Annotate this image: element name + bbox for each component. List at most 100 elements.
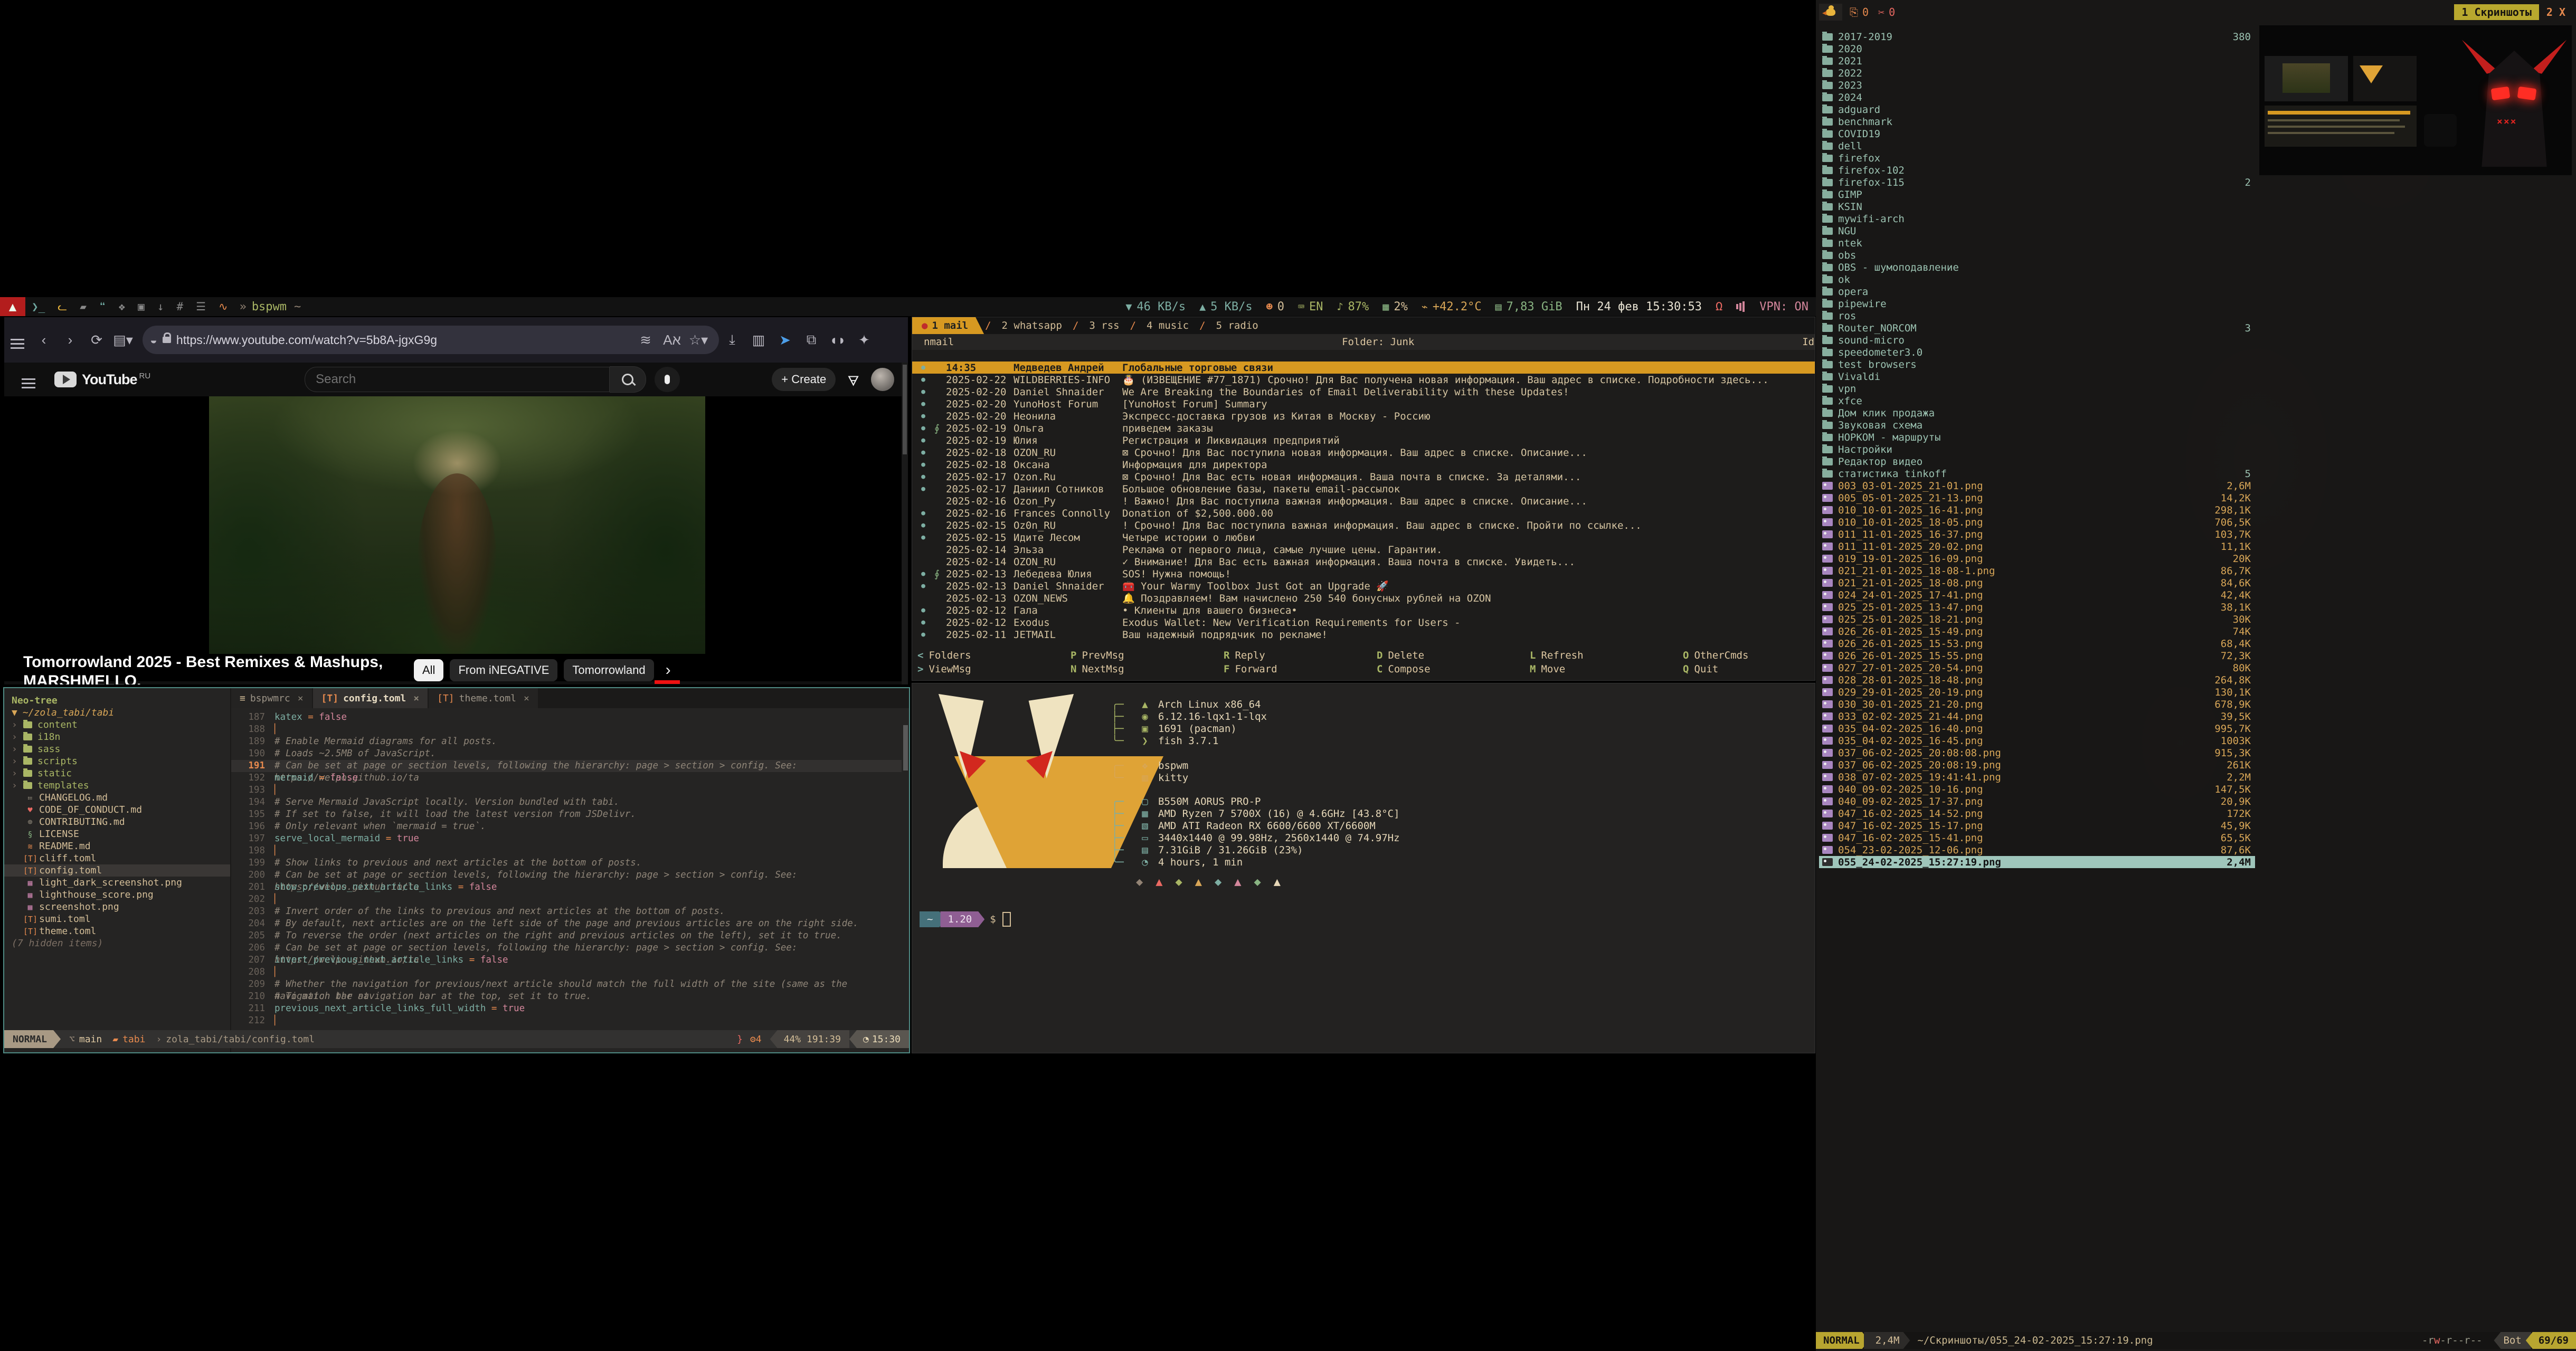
dir-row[interactable]: xfce [1819, 395, 2255, 407]
neotree-root[interactable]: ▼~/zola_tabi/tabi [4, 707, 230, 719]
shield-icon[interactable]: ◒ [150, 333, 157, 347]
message-row[interactable]: ●2025-02-17Ozon.Ru⊠ Срочно! Для Вас есть… [912, 471, 1815, 483]
tree-file[interactable]: §LICENSE [4, 828, 230, 840]
dir-row[interactable]: pipewire [1819, 298, 2255, 310]
tree-dir[interactable]: ›scripts [4, 755, 230, 767]
dir-row[interactable]: 2022 [1819, 67, 2255, 79]
message-row[interactable]: 2025-02-14ЭльзаРеклама от первого лица, … [912, 544, 1815, 556]
back-button[interactable]: ‹ [33, 332, 54, 348]
workspace-label[interactable]: bspwm [252, 300, 287, 313]
windows-icon[interactable]: ❖ [119, 300, 126, 313]
dir-row[interactable]: OBS - шумоподавление [1819, 261, 2255, 273]
message-row[interactable]: ●14:35Медведев АндрейГлобальные торговые… [912, 361, 1815, 374]
tree-file[interactable]: [T]config.toml [4, 864, 230, 877]
notifications-bell-icon[interactable]: 🜃 [847, 366, 859, 394]
files-icon[interactable]: ▰ [80, 300, 87, 313]
tmux-tab[interactable]: 4 music [1137, 317, 1198, 334]
dir-row[interactable]: sound-micro [1819, 334, 2255, 346]
image-icon[interactable]: ▣ [138, 300, 145, 313]
tree-dir[interactable]: ›sass [4, 743, 230, 755]
code-area[interactable]: 187katex = false188▏189# Enable Mermaid … [231, 711, 902, 1028]
tree-dir[interactable]: ›i18n [4, 731, 230, 743]
dir-row[interactable]: Редактор видео [1819, 455, 2255, 468]
video-player[interactable] [4, 396, 908, 681]
keyboard-layout[interactable]: ⌨EN [1298, 300, 1323, 313]
file-row[interactable]: 021_21-01-2025_18-08-1.png86,7K [1819, 565, 2255, 577]
dir-row[interactable]: 2023 [1819, 79, 2255, 91]
dir-row[interactable]: 2017-2019380 [1819, 31, 2255, 43]
bookmark-icon[interactable]: ☆▾ [688, 332, 709, 348]
dir-row[interactable]: adguard [1819, 103, 2255, 116]
tree-file[interactable]: ≋README.md [4, 840, 230, 852]
tree-file[interactable]: ☸CONTRIBUTING.md [4, 816, 230, 828]
message-row[interactable]: ●2025-02-18ОксанаИнформация для директор… [912, 459, 1815, 471]
file-row[interactable]: 010_10-01-2025_16-41.png298,1K [1819, 504, 2255, 516]
file-row[interactable]: 047_16-02-2025_15-41.png65,5K [1819, 832, 2255, 844]
dir-row[interactable]: NGU [1819, 225, 2255, 237]
dir-row[interactable]: vpn [1819, 383, 2255, 395]
download-icon[interactable]: ↓ [157, 300, 164, 313]
pulse-icon[interactable]: ∿ [219, 300, 228, 313]
avatar[interactable] [871, 368, 894, 391]
youtube-logo-icon[interactable] [54, 372, 77, 387]
yazi-tab[interactable]: 1 Скриншоты [2454, 4, 2539, 20]
file-row[interactable]: 047_16-02-2025_14-52.png172K [1819, 807, 2255, 820]
dir-row[interactable]: firefox-102 [1819, 164, 2255, 176]
dir-row[interactable]: Router_NORCOM3 [1819, 322, 2255, 334]
dir-row[interactable]: opera [1819, 286, 2255, 298]
search-button[interactable] [610, 366, 646, 393]
filter-chip[interactable]: From iNEGATIVE [450, 659, 557, 681]
file-row[interactable]: 033_02-02-2025_21-44.png39,5K [1819, 710, 2255, 722]
message-row[interactable]: 2025-02-13OZON_NEWS🔔 Поздравляем! Вам на… [912, 592, 1815, 604]
tree-file[interactable]: ≔CHANGELOG.md [4, 792, 230, 804]
file-row[interactable]: 025_25-01-2025_18-21.png30K [1819, 613, 2255, 625]
tmux-tab[interactable]: 5 radio [1207, 317, 1268, 334]
message-row[interactable]: ●2025-02-12ExodusExodus Wallet: New Veri… [912, 616, 1815, 629]
kitty-icon[interactable]: ᓚ [58, 300, 67, 313]
file-row[interactable]: 035_04-02-2025_16-45.png1003K [1819, 735, 2255, 747]
tree-file[interactable]: ▦light_dark_screenshot.png [4, 877, 230, 889]
dir-row[interactable]: speedometer3.0 [1819, 346, 2255, 358]
dir-row[interactable]: mywifi-arch [1819, 213, 2255, 225]
tree-file[interactable]: [T]cliff.toml [4, 852, 230, 864]
message-row[interactable]: ●2025-02-12Гала• Клиенты для вашего бизн… [912, 604, 1815, 616]
tree-file[interactable]: [T]theme.toml [4, 925, 230, 937]
vpn-module[interactable]: VPN: ON [1759, 300, 1808, 313]
message-row[interactable]: ●2025-02-16Frances ConnollyDonation of $… [912, 507, 1815, 519]
dir-row[interactable]: ros [1819, 310, 2255, 322]
notifications-module[interactable]: ☻0 [1266, 300, 1284, 313]
dir-row[interactable]: ntek [1819, 237, 2255, 249]
file-row[interactable]: 037_06-02-2025_20:08:08.png915,3K [1819, 747, 2255, 759]
message-row[interactable]: ●2025-02-18OZON_RU⊠ Срочно! Для Вас пост… [912, 446, 1815, 459]
private-mask-icon[interactable]: ◖◗ [827, 332, 848, 348]
message-row[interactable]: ●2025-02-20YunoHost Forum[YunoHost Forum… [912, 398, 1815, 410]
page-scrollbar[interactable] [902, 363, 908, 684]
terminal-icon[interactable]: ❯_ [32, 300, 45, 313]
youtube-wordmark[interactable]: YouTube [82, 372, 137, 388]
editor-scrollbar[interactable] [903, 725, 908, 770]
message-row[interactable]: ●2025-02-20НеонилаЭкспресс-доставка груз… [912, 410, 1815, 422]
create-button[interactable]: + Create [772, 368, 836, 391]
message-row[interactable]: ●2025-02-15Oz0n_RU! Срочно! Для Вас пост… [912, 519, 1815, 531]
dir-row[interactable]: 2021 [1819, 55, 2255, 67]
file-row[interactable]: 024_24-01-2025_17-41.png42,4K [1819, 589, 2255, 601]
dir-row[interactable]: dell [1819, 140, 2255, 152]
pointer-extension-icon[interactable]: ➤ [774, 332, 795, 348]
dir-row[interactable]: Vivaldi [1819, 370, 2255, 383]
extensions-icon[interactable]: ✦ [854, 332, 875, 348]
reload-button[interactable]: ⟳ [86, 332, 107, 348]
message-row[interactable]: ●∮2025-02-13Лебедева ЮлияSOS! Нужна помо… [912, 568, 1815, 580]
message-row[interactable]: ●∮2025-02-19Ольгаприведем заказы [912, 422, 1815, 434]
translate-icon[interactable]: Aא [661, 332, 683, 348]
close-icon[interactable]: × [413, 693, 419, 704]
file-row[interactable]: 040_09-02-2025_17-37.png20,9K [1819, 795, 2255, 807]
bell-module[interactable]: Ω [1716, 300, 1722, 313]
message-row[interactable]: 2025-02-16Ozon_Py! Важно! Для Вас поступ… [912, 495, 1815, 507]
file-row[interactable]: 019_19-01-2025_16-09.png20K [1819, 553, 2255, 565]
library-icon[interactable]: ▥ [748, 332, 769, 348]
dir-row[interactable]: KSIN [1819, 201, 2255, 213]
chips-more-icon[interactable]: › [666, 661, 671, 679]
chat-icon[interactable]: ❝ [99, 300, 106, 313]
message-row[interactable]: ●2025-02-19ЮлияРегистрация и Ликвидация … [912, 434, 1815, 446]
editor-tab[interactable]: [T]theme.toml× [429, 688, 538, 708]
